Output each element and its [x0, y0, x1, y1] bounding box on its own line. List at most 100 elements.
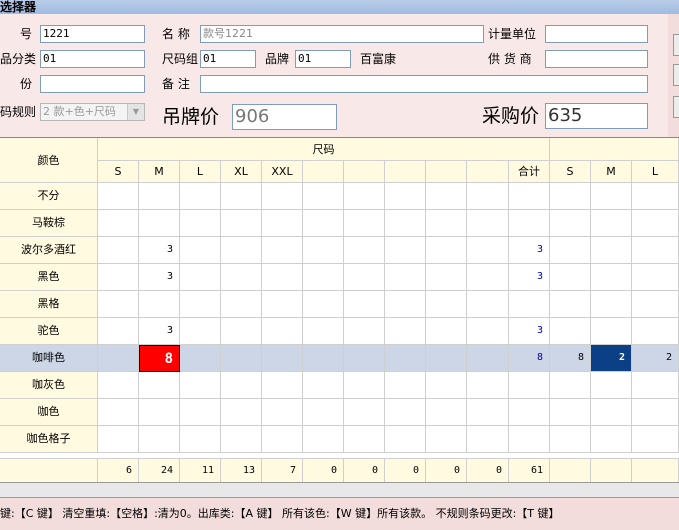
quantity-cell[interactable] [344, 399, 385, 426]
quantity-cell[interactable] [385, 399, 426, 426]
extra-quantity-cell[interactable] [632, 291, 679, 318]
quantity-cell[interactable] [426, 237, 467, 264]
quantity-cell[interactable] [262, 318, 303, 345]
quantity-cell[interactable] [344, 318, 385, 345]
row-color-label[interactable]: 马鞍棕 [0, 210, 98, 237]
name-field[interactable]: 款号1221 [200, 25, 484, 43]
quantity-cell[interactable] [180, 399, 221, 426]
quantity-cell[interactable] [98, 318, 139, 345]
quantity-cell[interactable] [426, 264, 467, 291]
extra-quantity-cell[interactable] [632, 237, 679, 264]
quantity-cell[interactable] [139, 426, 180, 453]
quantity-cell[interactable] [98, 426, 139, 453]
quantity-cell[interactable] [303, 372, 344, 399]
extra-quantity-cell[interactable] [550, 318, 591, 345]
quantity-cell[interactable] [98, 372, 139, 399]
quantity-cell[interactable] [139, 399, 180, 426]
quantity-cell[interactable] [467, 372, 509, 399]
quantity-cell[interactable] [467, 210, 509, 237]
quantity-cell[interactable] [180, 318, 221, 345]
quantity-cell[interactable] [180, 372, 221, 399]
quantity-cell[interactable] [180, 345, 221, 372]
row-color-label[interactable]: 波尔多酒红 [0, 237, 98, 264]
row-color-label[interactable]: 咖啡色 [0, 345, 98, 372]
extra-quantity-cell[interactable] [550, 183, 591, 210]
tag-price-field[interactable]: 906 [232, 104, 337, 130]
extra-quantity-cell[interactable] [550, 210, 591, 237]
quantity-cell[interactable] [303, 318, 344, 345]
quantity-cell[interactable] [467, 264, 509, 291]
extra-quantity-cell[interactable] [550, 264, 591, 291]
quantity-cell[interactable] [426, 426, 467, 453]
extra-quantity-cell[interactable]: 2 [591, 345, 632, 372]
quantity-cell[interactable] [262, 210, 303, 237]
extra-quantity-cell[interactable] [591, 318, 632, 345]
quantity-cell[interactable]: 3 [139, 318, 180, 345]
extra-quantity-cell[interactable] [591, 291, 632, 318]
extra-quantity-cell[interactable] [632, 210, 679, 237]
extra-quantity-cell[interactable] [632, 264, 679, 291]
side-button-3[interactable] [673, 96, 679, 118]
quantity-cell[interactable] [180, 426, 221, 453]
quantity-cell[interactable] [303, 264, 344, 291]
quantity-cell[interactable] [98, 291, 139, 318]
quantity-cell[interactable] [426, 345, 467, 372]
quantity-cell[interactable] [426, 318, 467, 345]
quantity-cell[interactable] [344, 372, 385, 399]
row-color-label[interactable]: 咖色格子 [0, 426, 98, 453]
quantity-cell[interactable] [98, 399, 139, 426]
quantity-cell[interactable] [221, 291, 262, 318]
quantity-cell[interactable] [344, 183, 385, 210]
quantity-cell[interactable] [385, 318, 426, 345]
extra-quantity-cell[interactable] [632, 318, 679, 345]
quantity-cell[interactable] [98, 210, 139, 237]
quantity-cell[interactable] [344, 345, 385, 372]
purchase-price-field[interactable]: 635 [545, 103, 648, 129]
quantity-cell[interactable] [221, 318, 262, 345]
quantity-cell[interactable] [139, 210, 180, 237]
quantity-cell[interactable] [180, 210, 221, 237]
row-color-label[interactable]: 不分 [0, 183, 98, 210]
sizegroup-field[interactable]: 01 [200, 50, 256, 68]
quantity-cell[interactable] [303, 210, 344, 237]
row-color-label[interactable]: 黑格 [0, 291, 98, 318]
quantity-cell[interactable] [385, 237, 426, 264]
quantity-cell[interactable] [221, 372, 262, 399]
quantity-cell[interactable] [385, 264, 426, 291]
quantity-cell[interactable] [221, 183, 262, 210]
quantity-cell[interactable] [221, 399, 262, 426]
quantity-cell[interactable] [303, 399, 344, 426]
quantity-cell[interactable] [262, 264, 303, 291]
quantity-cell[interactable] [262, 372, 303, 399]
quantity-cell[interactable] [262, 237, 303, 264]
quantity-cell[interactable] [262, 291, 303, 318]
extra-quantity-cell[interactable] [550, 237, 591, 264]
quantity-cell[interactable] [344, 210, 385, 237]
row-color-label[interactable]: 咖灰色 [0, 372, 98, 399]
extra-quantity-cell[interactable] [550, 399, 591, 426]
extra-quantity-cell[interactable] [591, 210, 632, 237]
quantity-cell[interactable] [385, 183, 426, 210]
quantity-cell[interactable]: 3 [139, 264, 180, 291]
quantity-cell[interactable] [344, 264, 385, 291]
quantity-cell[interactable] [426, 183, 467, 210]
quantity-cell[interactable] [385, 426, 426, 453]
quantity-cell[interactable]: 8 [139, 345, 180, 372]
category-field[interactable]: 01 [40, 50, 145, 68]
quantity-cell[interactable] [262, 345, 303, 372]
quantity-cell[interactable] [180, 237, 221, 264]
quantity-cell[interactable] [344, 291, 385, 318]
code-field[interactable]: 1221 [40, 25, 145, 43]
quantity-cell[interactable] [344, 237, 385, 264]
quantity-cell[interactable] [467, 183, 509, 210]
extra-quantity-cell[interactable] [632, 399, 679, 426]
quantity-cell[interactable] [467, 291, 509, 318]
quantity-cell[interactable] [385, 210, 426, 237]
brand-field[interactable]: 01 [295, 50, 351, 68]
extra-quantity-cell[interactable]: 8 [550, 345, 591, 372]
quantity-cell[interactable] [426, 291, 467, 318]
quantity-cell[interactable] [262, 183, 303, 210]
quantity-cell[interactable] [426, 372, 467, 399]
quantity-cell[interactable] [180, 264, 221, 291]
quantity-cell[interactable] [139, 372, 180, 399]
